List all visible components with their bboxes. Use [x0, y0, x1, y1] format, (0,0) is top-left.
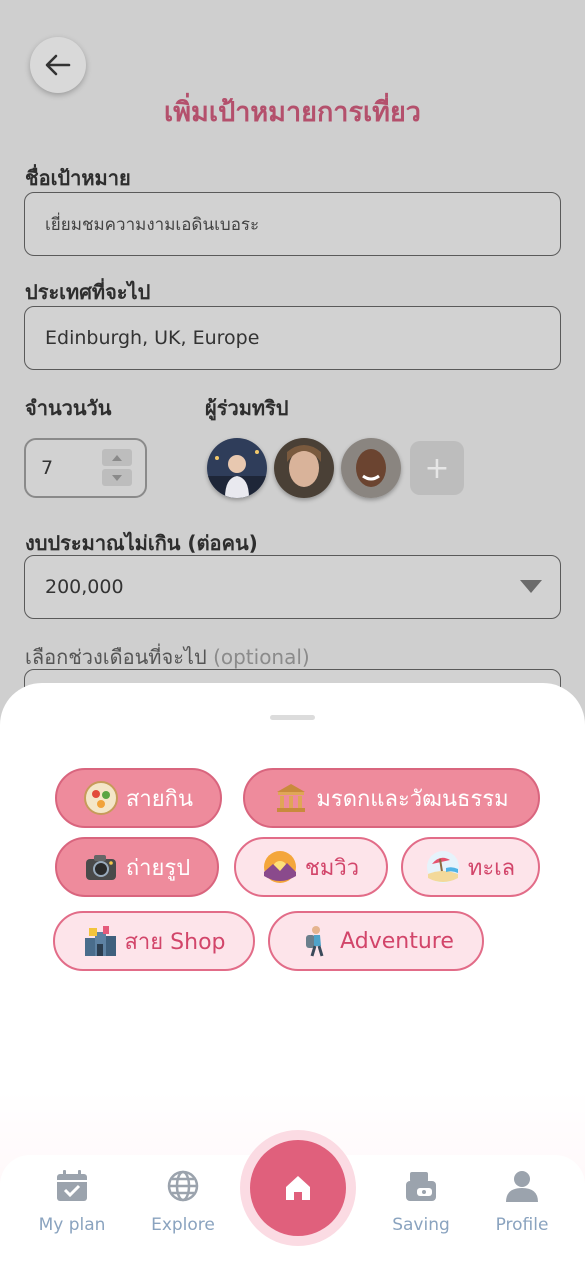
days-stepper[interactable]: 7	[24, 438, 147, 498]
caret-down-icon	[112, 474, 122, 481]
shops-icon	[83, 924, 117, 958]
sheet-drag-handle[interactable]	[270, 715, 315, 720]
chip-food[interactable]: สายกิน	[55, 768, 222, 828]
museum-icon	[274, 781, 308, 815]
optional-hint: (optional)	[213, 645, 310, 669]
backpacker-icon	[298, 924, 332, 958]
chip-view[interactable]: ชมวิว	[234, 837, 388, 897]
nav-profile[interactable]: Profile	[472, 1169, 572, 1235]
chip-shop[interactable]: สาย Shop	[53, 911, 255, 971]
nav-my-plan[interactable]: My plan	[22, 1169, 122, 1235]
decrement-button[interactable]	[102, 469, 132, 486]
destination-label: ประเทศที่จะไป	[25, 280, 151, 304]
home-icon	[286, 1176, 310, 1200]
companion-avatar-3[interactable]	[341, 438, 401, 498]
avatar-photo	[341, 438, 401, 498]
page-title: เพิ่มเป้าหมายการเที่ยว	[164, 97, 421, 128]
destination-input[interactable]: Edinburgh, UK, Europe	[24, 306, 561, 370]
chip-heritage[interactable]: มรดกและวัฒนธรรม	[243, 768, 540, 828]
avatar-photo	[274, 438, 334, 498]
piggy-bank-icon	[406, 1172, 436, 1201]
beach-icon	[426, 850, 460, 884]
chip-label: สายกิน	[125, 786, 194, 812]
days-value: 7	[41, 457, 54, 479]
chip-label: สาย Shop	[124, 929, 226, 955]
companion-avatar-1[interactable]	[207, 438, 267, 498]
chip-label: ชมวิว	[304, 855, 360, 881]
nav-label: Explore	[151, 1215, 215, 1235]
nav-saving[interactable]: Saving	[371, 1169, 471, 1235]
sunset-icon	[263, 850, 297, 884]
nav-label: My plan	[38, 1215, 106, 1235]
food-plate-icon	[83, 781, 118, 815]
camera-icon	[84, 850, 118, 884]
globe-icon	[167, 1170, 199, 1202]
nav-explore[interactable]: Explore	[133, 1169, 233, 1235]
goal-name-input[interactable]: เยี่ยมชมความงามเอดินเบอระ	[24, 192, 561, 256]
companions-label: ผู้ร่วมทริป	[205, 396, 289, 420]
add-companion-button[interactable]: +	[410, 441, 464, 495]
home-button-ring	[240, 1130, 356, 1246]
companion-avatar-2[interactable]	[274, 438, 334, 498]
destination-value: Edinburgh, UK, Europe	[45, 327, 260, 349]
chip-label: Adventure	[340, 928, 454, 954]
chip-adventure[interactable]: Adventure	[268, 911, 484, 971]
caret-up-icon	[112, 454, 122, 461]
avatar-photo	[207, 438, 267, 498]
chevron-down-icon	[520, 580, 542, 593]
goal-name-label: ชื่อเป้าหมาย	[25, 166, 131, 190]
budget-select[interactable]: 200,000	[24, 555, 561, 619]
chip-photo[interactable]: ถ่ายรูป	[55, 837, 219, 897]
arrow-left-icon	[45, 54, 71, 76]
nav-label: Saving	[392, 1215, 450, 1235]
calendar-check-icon	[57, 1170, 87, 1201]
budget-value: 200,000	[45, 576, 124, 598]
chip-label: ทะเล	[467, 855, 516, 881]
increment-button[interactable]	[102, 449, 132, 466]
days-label: จำนวนวัน	[25, 396, 112, 420]
goal-name-value: เยี่ยมชมความงามเอดินเบอระ	[45, 214, 260, 235]
chip-beach[interactable]: ทะเล	[401, 837, 540, 897]
month-range-label-text: เลือกช่วงเดือนที่จะไป	[25, 645, 207, 669]
chip-label: ถ่ายรูป	[125, 855, 191, 881]
home-button[interactable]	[250, 1140, 346, 1236]
chip-label: มรดกและวัฒนธรรม	[316, 786, 509, 812]
back-button[interactable]	[30, 37, 86, 93]
nav-label: Profile	[495, 1215, 549, 1235]
user-icon	[506, 1171, 538, 1202]
